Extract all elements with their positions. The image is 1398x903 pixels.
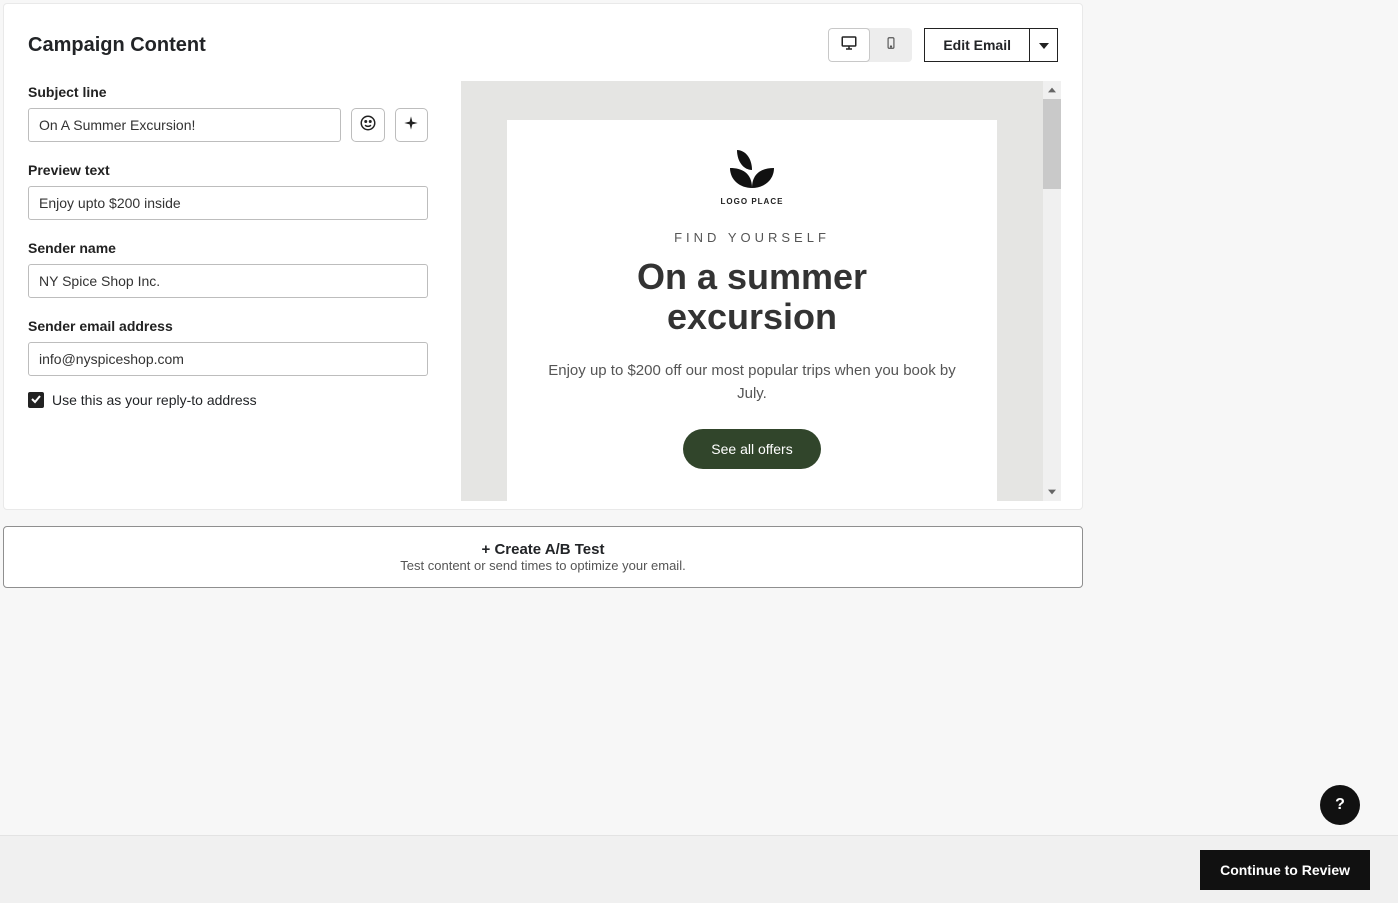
- help-icon: ?: [1335, 796, 1345, 814]
- replyto-checkbox[interactable]: [28, 392, 44, 408]
- card-title: Campaign Content: [28, 34, 206, 57]
- preview-scroll-up[interactable]: [1043, 81, 1061, 99]
- sender-name-input[interactable]: [28, 264, 428, 298]
- device-toggle: [828, 28, 912, 62]
- ab-test-title: + Create A/B Test: [482, 541, 605, 558]
- logo-caption: LOGO PLACE: [547, 197, 957, 206]
- sender-name-label: Sender name: [28, 240, 428, 256]
- preview-cta-button[interactable]: See all offers: [683, 429, 820, 469]
- footer-bar: Continue to Review: [0, 835, 1398, 903]
- ai-suggest-button[interactable]: [395, 108, 428, 142]
- mobile-view-button[interactable]: [870, 28, 912, 62]
- continue-to-review-button[interactable]: Continue to Review: [1200, 850, 1370, 890]
- logo-icon: [725, 148, 779, 188]
- smiley-icon: [359, 114, 377, 137]
- subject-input[interactable]: [28, 108, 341, 142]
- caret-down-icon: [1039, 36, 1049, 54]
- preview-body: Enjoy up to $200 off our most popular tr…: [547, 360, 957, 405]
- ab-test-subtitle: Test content or send times to optimize y…: [400, 558, 685, 573]
- preview-scrollbar-thumb[interactable]: [1043, 99, 1061, 189]
- help-button[interactable]: ?: [1320, 785, 1360, 825]
- preview-eyebrow: FIND YOURSELF: [547, 230, 957, 245]
- subject-label: Subject line: [28, 84, 428, 100]
- sender-email-label: Sender email address: [28, 318, 428, 334]
- replyto-label: Use this as your reply-to address: [52, 392, 257, 408]
- logo-placeholder: LOGO PLACE: [547, 148, 957, 206]
- edit-email-button[interactable]: Edit Email: [924, 28, 1030, 62]
- desktop-icon: [840, 34, 858, 57]
- email-preview-pane: LOGO PLACE FIND YOURSELF On a summer exc…: [461, 81, 1061, 501]
- sparkle-icon: [403, 115, 419, 136]
- edit-email-group: Edit Email: [924, 28, 1058, 62]
- preview-text-label: Preview text: [28, 162, 428, 178]
- preview-text-input[interactable]: [28, 186, 428, 220]
- campaign-content-card: Campaign Content: [3, 3, 1083, 510]
- desktop-view-button[interactable]: [828, 28, 870, 62]
- mobile-icon: [884, 34, 898, 57]
- check-icon: [30, 392, 42, 408]
- preview-title: On a summer excursion: [547, 257, 957, 336]
- email-body: LOGO PLACE FIND YOURSELF On a summer exc…: [507, 120, 997, 501]
- sender-email-input[interactable]: [28, 342, 428, 376]
- emoji-button[interactable]: [351, 108, 384, 142]
- edit-email-dropdown[interactable]: [1030, 28, 1058, 62]
- preview-scroll-down[interactable]: [1043, 483, 1061, 501]
- create-ab-test-button[interactable]: + Create A/B Test Test content or send t…: [3, 526, 1083, 588]
